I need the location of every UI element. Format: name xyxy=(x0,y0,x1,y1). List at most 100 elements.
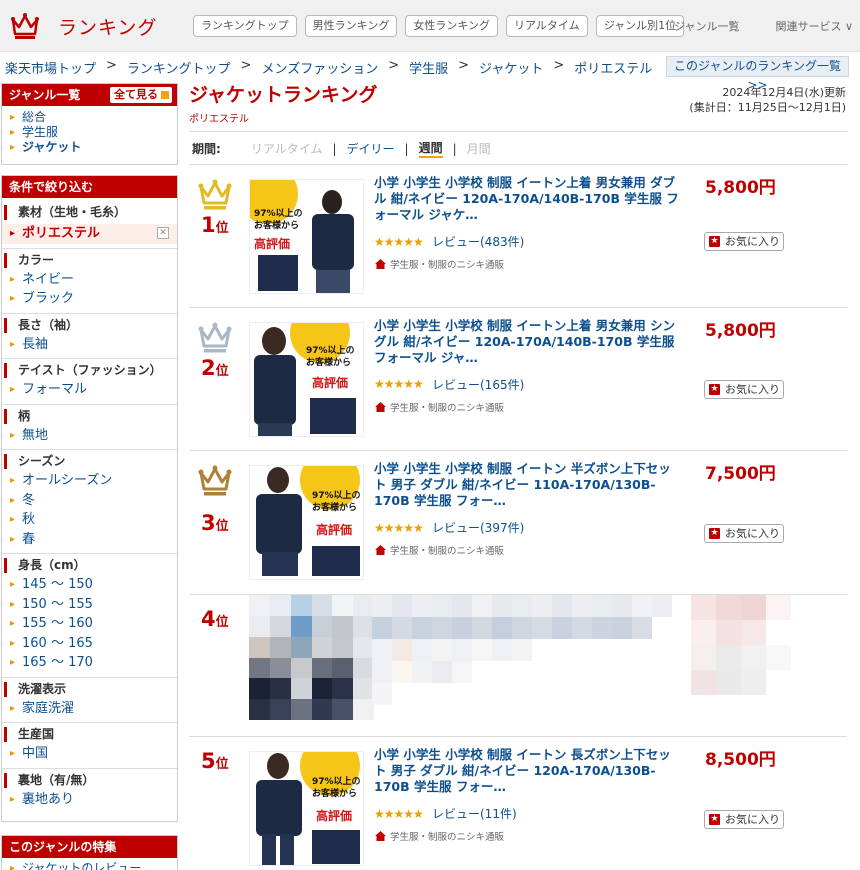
logo-text: ランキング xyxy=(58,16,158,39)
shop-link[interactable]: 学生服・制服のニシキ通販 xyxy=(375,829,504,843)
product-price: 8,500円 xyxy=(705,750,776,770)
breadcrumb-school-uniform[interactable]: 学生服 xyxy=(409,58,448,77)
ranking-logo[interactable]: ランキング xyxy=(10,10,170,42)
filter-option-formal[interactable]: フォーマル xyxy=(10,380,177,400)
genre-ranking-list-link[interactable]: このジャンルのランキング一覧 >> xyxy=(666,56,849,92)
period-monthly[interactable]: 月間 xyxy=(467,140,491,157)
genre-item-overall[interactable]: 総合 xyxy=(10,110,177,125)
rating-stars: ★★★★★ xyxy=(374,521,424,535)
feature-item-jacket-review[interactable]: ジャケットのレビュー xyxy=(10,861,177,870)
silver-crown-icon xyxy=(198,322,232,353)
nav-ranking-top[interactable]: ランキングトップ xyxy=(193,15,297,37)
filter-material: 素材（生地・毛糸） ポリエステル✕ xyxy=(2,201,177,248)
filter-option-winter[interactable]: 冬 xyxy=(10,491,177,511)
star-icon: ★ xyxy=(709,814,720,825)
product-image[interactable]: 97%以上の お客様から 高評価 xyxy=(249,465,364,580)
product-image[interactable]: 97%以上の お客様から 高評価 xyxy=(249,322,364,437)
product-image[interactable]: 97%以上の お客様から 高評価 xyxy=(249,179,364,294)
filter-option-home-wash[interactable]: 家庭洗濯 xyxy=(10,699,177,719)
filter-option-height-160[interactable]: 160 ～ 165 xyxy=(10,634,177,654)
nav-genre-first[interactable]: ジャンル別1位 xyxy=(595,15,685,37)
favorite-button[interactable]: ★ お気に入り xyxy=(704,524,784,543)
favorite-button[interactable]: ★ お気に入り xyxy=(704,810,784,829)
rank-number: 1位 xyxy=(201,213,229,237)
filter-option-lined[interactable]: 裏地あり xyxy=(10,790,177,810)
breadcrumb-jacket[interactable]: ジャケット xyxy=(479,58,543,77)
shop-link[interactable]: 学生服・制服のニシキ通販 xyxy=(375,543,504,557)
filter-option-black[interactable]: ブラック xyxy=(10,289,177,309)
shop-home-icon xyxy=(375,545,386,555)
related-services-dropdown[interactable]: 関連サービス ∨ xyxy=(775,18,853,34)
rating-stars: ★★★★★ xyxy=(374,377,424,391)
rating-stars: ★★★★★ xyxy=(374,807,424,821)
product-image[interactable]: 97%以上の お客様から 高評価 xyxy=(249,751,364,866)
filter-option-height-155[interactable]: 155 ～ 160 xyxy=(10,614,177,634)
breadcrumb-mens-fashion[interactable]: メンズファッション xyxy=(261,58,378,77)
star-icon: ★ xyxy=(709,528,720,539)
filter-option-plain[interactable]: 無地 xyxy=(10,426,177,446)
shop-link[interactable]: 学生服・制服のニシキ通販 xyxy=(375,400,504,414)
product-title[interactable]: 小学 小学生 小学校 制服 イートン 長ズボン上下セット 男子 ダブル 紺/ネイ… xyxy=(374,747,679,795)
period-range: (集計日：11月25日～12月1日) xyxy=(689,101,846,114)
updated-date: 2024年12月4日(水)更新 xyxy=(722,86,846,99)
filter-option-height-145[interactable]: 145 ～ 150 xyxy=(10,575,177,595)
period-selector: 期間: リアルタイム | デイリー | 週間 | 月間 xyxy=(192,139,491,158)
filter-option-spring[interactable]: 春 xyxy=(10,530,177,550)
svg-text:97%以上の: 97%以上の xyxy=(254,207,303,219)
product-title[interactable]: 小学 小学生 小学校 制服 イートン 半ズボン上下セット 男子 ダブル 紺/ネイ… xyxy=(374,461,679,509)
filter-washing: 洗濯表示 家庭洗濯 xyxy=(2,676,177,723)
review-count[interactable]: レビュー(165件) xyxy=(432,376,524,393)
top-right-links: ジャンル一覧 関連サービス ∨ xyxy=(674,18,853,34)
genre-item-school-uniform[interactable]: 学生服 xyxy=(10,125,177,140)
product-title[interactable]: 小学 小学生 小学校 制服 イートン上着 男女兼用 ダブル 紺/ネイビー 120… xyxy=(374,175,679,223)
nav-female-ranking[interactable]: 女性ランキング xyxy=(405,15,499,37)
shop-home-icon xyxy=(375,402,386,412)
svg-text:お客様から: お客様から xyxy=(254,219,299,231)
ranking-item: 1位 97%以上の お客様から 高評価 小学 小学生 小学校 制服 イートン上着… xyxy=(189,165,847,307)
svg-text:高評価: 高評価 xyxy=(254,236,290,251)
genre-item-jacket[interactable]: ジャケット xyxy=(10,140,177,155)
product-price: 7,500円 xyxy=(705,464,776,484)
period-weekly[interactable]: 週間 xyxy=(418,139,443,158)
product-title[interactable]: 小学 小学生 小学校 制服 イートン上着 男女兼用 シングル 紺/ネイビー 12… xyxy=(374,318,679,366)
breadcrumb-rakuten-top[interactable]: 楽天市場トップ xyxy=(5,58,96,77)
favorite-button[interactable]: ★ お気に入り xyxy=(704,380,784,399)
sidebar-genre-box: ジャンル一覧 全て見る 総合 学生服 ジャケット xyxy=(1,83,178,165)
shop-home-icon xyxy=(375,831,386,841)
filter-option-height-150[interactable]: 150 ～ 155 xyxy=(10,595,177,615)
review-count[interactable]: レビュー(483件) xyxy=(432,233,524,250)
svg-text:高評価: 高評価 xyxy=(316,808,352,823)
filter-option-long-sleeve[interactable]: 長袖 xyxy=(10,335,177,355)
svg-text:97%以上の: 97%以上の xyxy=(312,775,361,787)
filter-option-all-season[interactable]: オールシーズン xyxy=(10,471,177,491)
filter-option-navy[interactable]: ネイビー xyxy=(10,270,177,290)
filter-taste: テイスト（ファッション） フォーマル xyxy=(2,358,177,404)
review-count[interactable]: レビュー(11件) xyxy=(432,805,517,822)
breadcrumb-ranking-top[interactable]: ランキングトップ xyxy=(127,58,231,77)
ranking-item: 5位 97%以上の お客様から 高評価 小学 小学生 小学校 制服 イートン 長… xyxy=(189,737,847,870)
filter-option-autumn[interactable]: 秋 xyxy=(10,510,177,530)
period-daily[interactable]: デイリー xyxy=(347,140,395,157)
favorite-button[interactable]: ★ お気に入り xyxy=(704,232,784,251)
filter-option-china[interactable]: 中国 xyxy=(10,744,177,764)
nav-male-ranking[interactable]: 男性ランキング xyxy=(304,15,398,37)
breadcrumb-polyester[interactable]: ポリエステル xyxy=(574,58,652,77)
review-count[interactable]: レビュー(397件) xyxy=(432,519,524,536)
filter-header: 条件で絞り込む xyxy=(2,176,177,198)
period-realtime[interactable]: リアルタイム xyxy=(251,140,323,157)
nav-realtime[interactable]: リアルタイム xyxy=(506,15,588,37)
feature-header: このジャンルの特集 xyxy=(2,836,177,858)
genre-list-link[interactable]: ジャンル一覧 xyxy=(674,18,739,34)
filter-option-polyester[interactable]: ポリエステル✕ xyxy=(2,224,177,244)
show-all-button[interactable]: 全て見る xyxy=(110,87,172,103)
rank-number: 5位 xyxy=(201,749,229,773)
rating-stars: ★★★★★ xyxy=(374,235,424,249)
filter-option-height-165[interactable]: 165 ～ 170 xyxy=(10,653,177,673)
star-icon: ★ xyxy=(709,236,720,247)
filter-color: カラー ネイビー ブラック xyxy=(2,247,177,313)
shop-home-icon xyxy=(375,259,386,269)
svg-text:97%以上の: 97%以上の xyxy=(312,489,361,501)
clear-filter-icon[interactable]: ✕ xyxy=(157,227,169,239)
star-icon: ★ xyxy=(709,384,720,395)
shop-link[interactable]: 学生服・制服のニシキ通販 xyxy=(375,257,504,271)
